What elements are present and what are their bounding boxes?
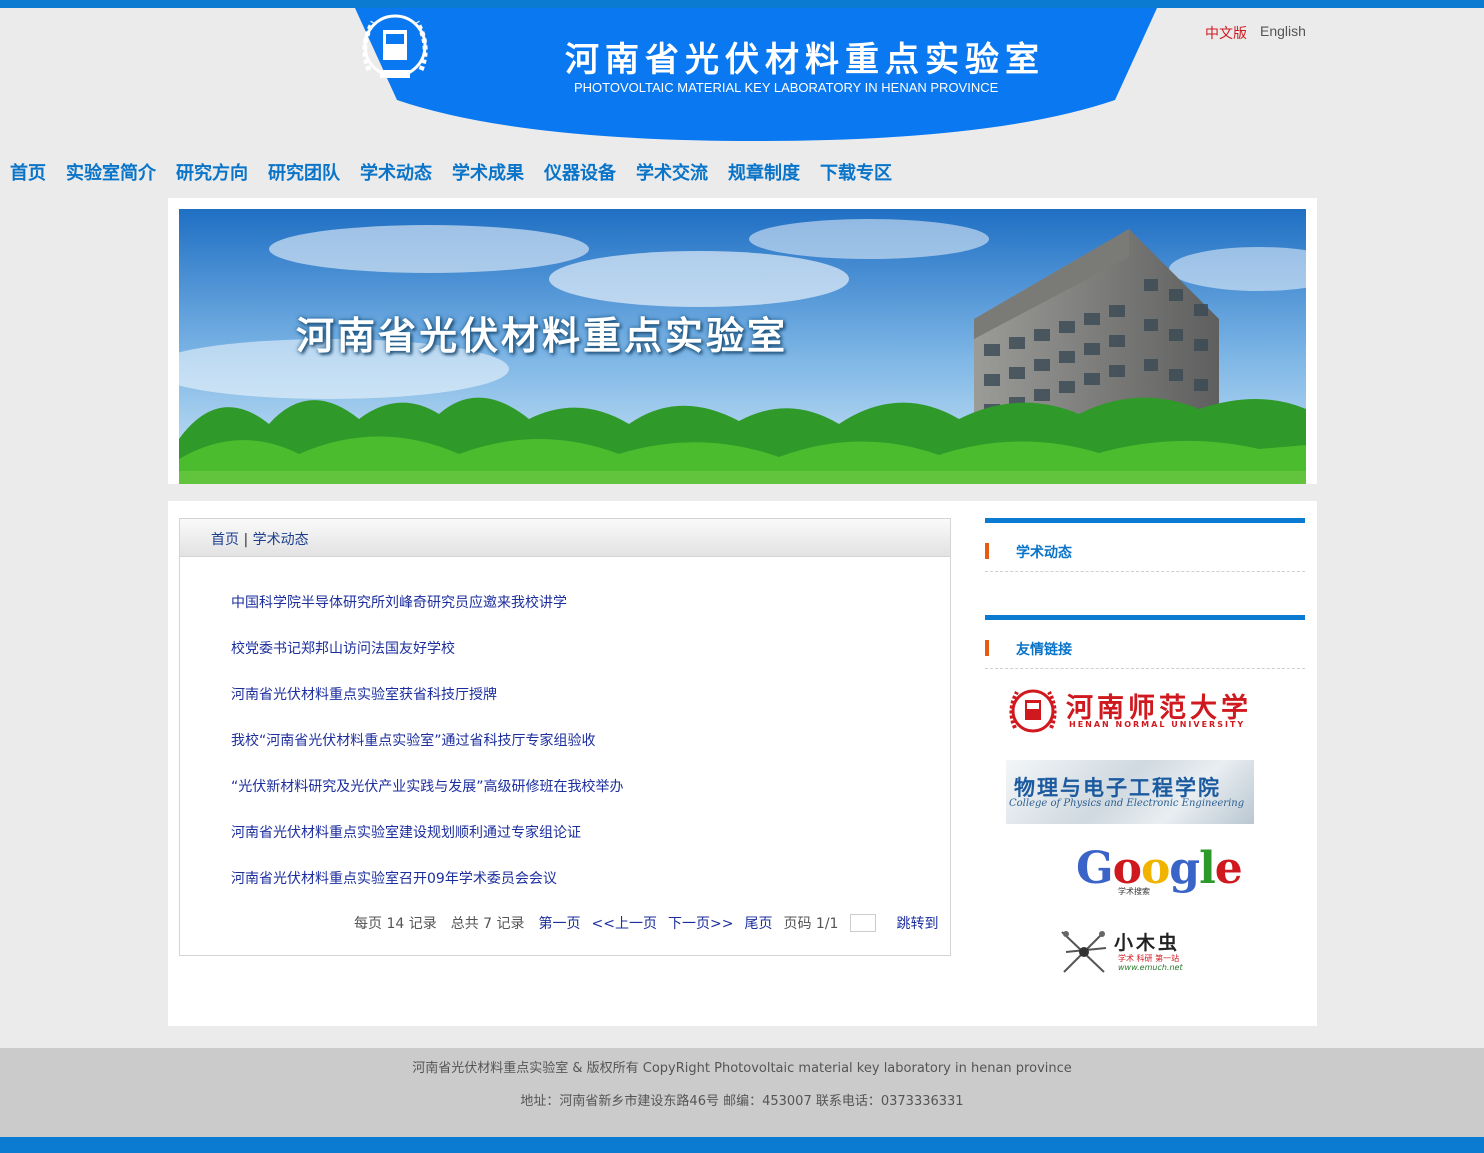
news-item[interactable]: 中国科学院半导体研究所刘峰奇研究员应邀来我校讲学 (231, 592, 624, 638)
university-seal-icon (1009, 689, 1057, 733)
link-emuch[interactable]: 小木虫 学术 科研 第一站 www.emuch.net (1056, 926, 1206, 980)
pager-page-info: 页码 1/1 (783, 916, 839, 932)
sidebar-title: 友情链接 (1016, 642, 1072, 658)
news-item[interactable]: 我校“河南省光伏材料重点实验室”通过省科技厅专家组验收 (231, 730, 624, 776)
nav-item-home[interactable]: 首页 (10, 159, 46, 185)
news-item[interactable]: 河南省光伏材料重点实验室召开09年学术委员会会议 (231, 868, 624, 914)
nav-item-research-team[interactable]: 研究团队 (268, 159, 340, 185)
footer-copyright: 河南省光伏材料重点实验室 & 版权所有 CopyRight Photovolta… (412, 1061, 1072, 1076)
pager-last-button[interactable]: 尾页 (744, 913, 772, 933)
emuch-name: 小木虫 (1114, 932, 1181, 954)
link-physics-college[interactable]: 物理与电子工程学院 College of Physics and Electro… (1006, 760, 1254, 824)
top-accent-bar (0, 0, 1484, 8)
hnu-english-name: HENAN NORMAL UNIVERSITY (1069, 720, 1246, 729)
hero-banner: 河南省光伏材料重点实验室 (179, 209, 1306, 484)
sidebar-title[interactable]: 学术动态 (1016, 542, 1072, 562)
google-logo: Google (1076, 843, 1243, 894)
pagination: 每页 14 记录 总共 7 记录 第一页 <<上一页 下一页>> 尾页 页码 1… (354, 913, 952, 933)
nav-item-lab-intro[interactable]: 实验室简介 (66, 159, 156, 185)
pager-next-button[interactable]: 下一页>> (668, 913, 733, 933)
breadcrumb: 首页 | 学术动态 (211, 529, 309, 549)
bottom-accent-bar (0, 1137, 1484, 1153)
nav-item-regulations[interactable]: 规章制度 (728, 159, 800, 185)
physics-college-english-name: College of Physics and Electronic Engine… (1009, 798, 1245, 809)
news-item[interactable]: 河南省光伏材料重点实验室建设规划顺利通过专家组论证 (231, 822, 624, 868)
nav-item-equipment[interactable]: 仪器设备 (544, 159, 616, 185)
university-emblem-icon (362, 14, 428, 78)
news-list: 中国科学院半导体研究所刘峰奇研究员应邀来我校讲学 校党委书记郑邦山访问法国友好学… (231, 592, 624, 914)
lang-chinese-link[interactable]: 中文版 (1205, 23, 1247, 43)
site-logo-banner[interactable]: 河南省光伏材料重点实验室 PHOTOVOLTAIC MATERIAL KEY L… (355, 8, 1157, 141)
nav-item-research-direction[interactable]: 研究方向 (176, 159, 248, 185)
pager-first-button[interactable]: 第一页 (539, 913, 581, 933)
site-subtitle: PHOTOVOLTAIC MATERIAL KEY LABORATORY IN … (574, 80, 999, 95)
news-item[interactable]: “光伏新材料研究及光伏产业实践与发展”高级研修班在我校举办 (231, 776, 624, 822)
news-item[interactable]: 河南省光伏材料重点实验室获省科技厅授牌 (231, 684, 624, 730)
news-list-header: 首页 | 学术动态 (180, 519, 950, 557)
sidebar-friend-links: 友情链接 (985, 615, 1305, 669)
main-nav: 首页 实验室简介 研究方向 研究团队 学术动态 学术成果 仪器设备 学术交流 规… (10, 159, 892, 185)
footer: 河南省光伏材料重点实验室 & 版权所有 CopyRight Photovolta… (0, 1048, 1484, 1137)
pager-page-input[interactable] (850, 914, 877, 932)
sidebar-heading: 友情链接 (985, 620, 1305, 669)
breadcrumb-current[interactable]: 学术动态 (253, 532, 309, 548)
emuch-url: www.emuch.net (1118, 963, 1183, 972)
pager-per-page: 每页 14 记录 (354, 916, 437, 932)
link-google-scholar[interactable]: Google 学术搜索 (1076, 844, 1243, 900)
sidebar-academic-news: 学术动态 (985, 518, 1305, 572)
pager-prev-button[interactable]: <<上一页 (592, 913, 657, 933)
pager-total: 总共 7 记录 (450, 916, 525, 932)
nav-item-achievements[interactable]: 学术成果 (452, 159, 524, 185)
site-title: 河南省光伏材料重点实验室 (565, 40, 1045, 80)
footer-address: 地址：河南省新乡市建设东路46号 邮编：453007 联系电话：03733363… (520, 1094, 964, 1109)
nav-item-exchange[interactable]: 学术交流 (636, 159, 708, 185)
nav-item-downloads[interactable]: 下载专区 (820, 159, 892, 185)
breadcrumb-separator: | (243, 532, 249, 548)
breadcrumb-home-link[interactable]: 首页 (211, 532, 239, 548)
pager-jump-button[interactable]: 跳转到 (896, 913, 938, 933)
lang-english-link[interactable]: English (1260, 23, 1306, 39)
sidebar-marker (985, 640, 989, 656)
sidebar-marker (985, 543, 989, 559)
news-list-panel: 首页 | 学术动态 中国科学院半导体研究所刘峰奇研究员应邀来我校讲学 校党委书记… (179, 518, 951, 956)
news-item[interactable]: 校党委书记郑邦山访问法国友好学校 (231, 638, 624, 684)
hero-title: 河南省光伏材料重点实验室 (296, 314, 789, 358)
emuch-bug-icon (1061, 931, 1107, 973)
link-henan-normal-university[interactable]: 河南师范大学 HENAN NORMAL UNIVERSITY (1007, 684, 1261, 740)
nav-item-academic-news[interactable]: 学术动态 (360, 159, 432, 185)
sidebar-heading: 学术动态 (985, 523, 1305, 572)
google-scholar-label: 学术搜索 (1118, 887, 1150, 896)
